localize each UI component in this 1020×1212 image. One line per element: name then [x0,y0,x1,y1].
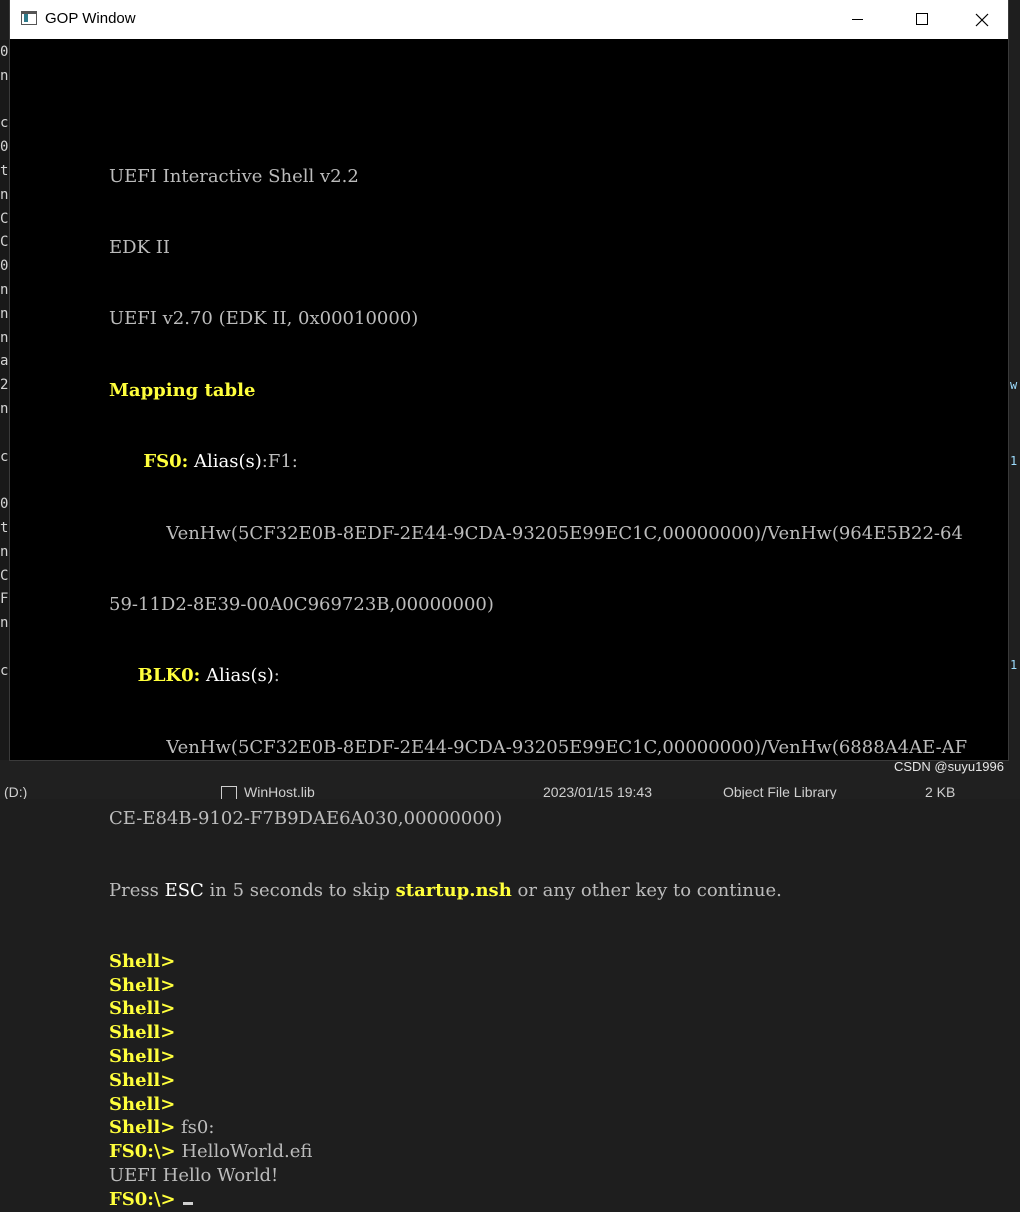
maximize-button[interactable] [898,0,944,39]
console-line-blk0-alias: BLK0: Alias(s): [109,664,967,688]
console-line-shell-prompt: Shell> [109,1045,967,1069]
background-glyph: c [0,662,9,679]
gop-window[interactable]: GOP Window UEFI Interactive Shell v2.2 E… [10,0,1008,1210]
console-line-blk0-path: CE-E84B-9102-F7B9DAE6A030,00000000) [109,807,967,831]
background-glyph: n [0,543,9,560]
close-button[interactable] [962,0,1008,39]
background-glyph: 1 [1010,658,1018,672]
startup-file: startup.nsh [395,879,512,901]
console-line-shell-prompt: Shell> [109,950,967,974]
background-glyph: t [0,520,9,536]
background-glyph: w [1010,378,1018,392]
background-glyph: t [0,163,9,179]
background-glyph: 1 [1010,454,1018,468]
console-line-fs0-alias: FS0: Alias(s):F1: [109,450,967,474]
console-line-shell-prompt: Shell> [109,1093,967,1117]
background-glyph: F [0,591,9,608]
console-line-cmd-run: FS0:\> HelloWorld.efi [109,1140,967,1164]
background-glyph: C [0,210,9,227]
program-output: UEFI Hello World! [109,1165,279,1187]
console-line-blk0-path: VenHw(5CF32E0B-8EDF-2E44-9CDA-93205E99EC… [109,736,967,760]
shell-prompt: Shell> [109,1069,176,1091]
press-middle: in 5 seconds to skip [203,879,396,901]
background-glyph: n [0,67,9,84]
background-glyph: C [0,567,9,584]
background-glyph: 0 [0,44,9,60]
background-glyph: a [0,353,9,370]
console-line-output: UEFI Hello World! [109,1164,967,1188]
fs0-alias-label: Alias(s) [194,451,262,473]
fs0-path-1: VenHw(5CF32E0B-8EDF-2E44-9CDA-93205E99EC… [166,522,963,544]
blk0-alias-value: : [273,665,280,687]
background-right-strip: w 1 1 [1008,40,1020,760]
console-line-press: Press ESC in 5 seconds to skip startup.n… [109,879,967,903]
console-line-header: UEFI v2.70 (EDK II, 0x00010000) [109,307,967,331]
background-glyph: 0 [0,139,9,156]
background-glyph: 0 [0,496,9,513]
console-line-current-prompt[interactable]: FS0:\> [109,1188,967,1212]
window-title: GOP Window [45,10,136,27]
background-glyph: n [0,186,9,203]
console-line-fs0-path: 59-11D2-8E39-00A0C969723B,00000000) [109,593,967,617]
shell-prompt: Shell> [109,1093,176,1115]
header-text: EDK II [109,236,170,258]
console-line-fs0-path: VenHw(5CF32E0B-8EDF-2E44-9CDA-93205E99EC… [109,522,967,546]
fs0-path-2: 59-11D2-8E39-00A0C969723B,00000000) [109,593,494,615]
minimize-button[interactable] [828,0,874,39]
console-line-shell-prompt: Shell> [109,997,967,1021]
mapping-title: Mapping table [109,379,256,401]
window-app-icon [21,11,37,25]
shell-prompt: Shell> [109,974,176,996]
background-glyph: 2 [0,377,9,394]
console-line-header: EDK II [109,236,967,260]
press-prefix: Press [109,879,165,901]
console-line-mapping-title: Mapping table [109,379,967,403]
shell-prompt: Shell> [109,1046,176,1068]
background-left-strip: 0nc0tnCC0nnna2nc0tnCFnc [0,40,10,760]
console-line-shell-prompt: Shell> [109,974,967,998]
console-line-cmd-fs0: Shell> fs0: [109,1116,967,1140]
fs0-prompt: FS0:\> [109,1141,176,1163]
shell-console[interactable]: UEFI Interactive Shell v2.2 EDK II UEFI … [10,39,1008,1210]
blk0-path-2: CE-E84B-9102-F7B9DAE6A030,00000000) [109,808,503,830]
background-glyph: n [0,329,9,346]
background-glyph: n [0,401,9,417]
blk0-name: BLK0: [137,665,201,687]
fs0-alias-value: :F1: [261,451,298,473]
drive-label: (D:) [4,784,28,799]
background-glyph: c [0,115,9,132]
close-icon [975,13,989,27]
command-text: fs0: [175,1117,215,1139]
console-line-shell-prompt: Shell> [109,1021,967,1045]
title-bar[interactable]: GOP Window [10,0,1008,39]
shell-prompt: Shell> [109,1022,176,1044]
shell-prompt: Shell> [109,950,176,972]
console-lines: UEFI Interactive Shell v2.2 EDK II UEFI … [109,117,967,1212]
console-line-shell-prompt: Shell> [109,1069,967,1093]
background-glyph: n [0,615,9,632]
fs0-name: FS0: [143,451,189,473]
background-glyph: 0 [0,258,9,275]
blk0-alias-label: Alias(s) [206,665,274,687]
text-cursor[interactable] [183,1201,194,1205]
fs0-prompt: FS0:\> [109,1188,176,1210]
header-text: UEFI Interactive Shell v2.2 [109,165,359,187]
background-glyph: n [0,305,9,322]
blk0-path-1: VenHw(5CF32E0B-8EDF-2E44-9CDA-93205E99EC… [166,736,968,758]
background-glyph: c [0,448,9,465]
background-glyph: C [0,234,9,251]
background-glyph: n [0,282,9,298]
shell-prompt: Shell> [109,1117,176,1139]
command-text: HelloWorld.efi [175,1141,313,1163]
console-line-header: UEFI Interactive Shell v2.2 [109,165,967,189]
press-suffix: or any other key to continue. [511,879,782,901]
header-text: UEFI v2.70 (EDK II, 0x00010000) [109,308,419,330]
shell-prompt: Shell> [109,998,176,1020]
press-key: ESC [164,879,204,901]
